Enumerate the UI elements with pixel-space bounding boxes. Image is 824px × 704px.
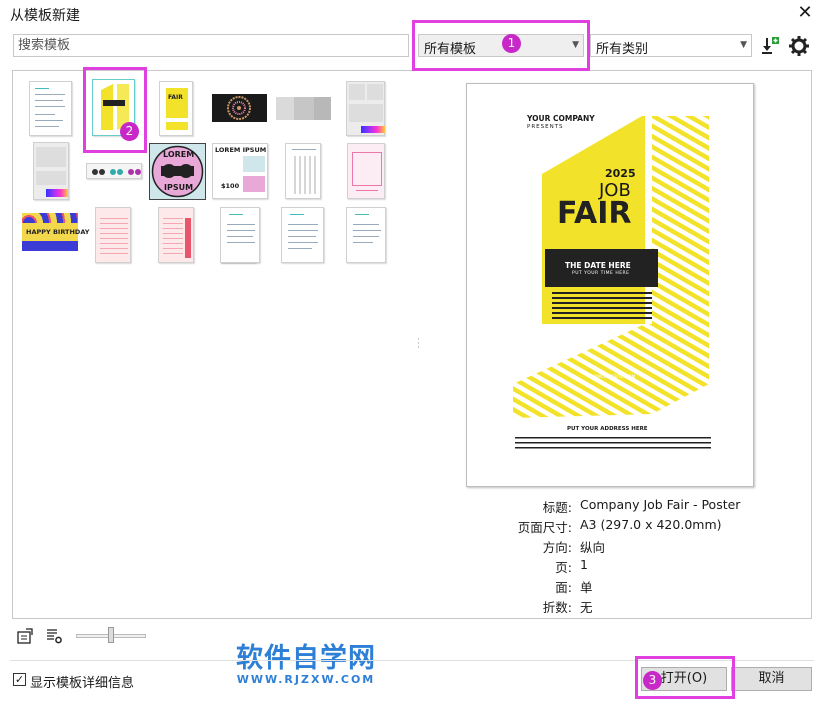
footer-divider <box>10 660 814 661</box>
template-thumbnail-pink-schedule-1[interactable] <box>95 207 131 263</box>
preview-time: PUT YOUR TIME HERE <box>572 271 630 276</box>
thumbnail-lorem-ipsum-text: LOREM IPSUM <box>215 146 266 154</box>
cancel-button[interactable]: 取消 <box>731 667 812 691</box>
template-thumbnail-pink-card[interactable] <box>347 143 385 199</box>
detail-value: 纵向 <box>580 537 605 556</box>
new-folder-icon[interactable] <box>16 627 34 645</box>
detail-row-page-size: 页面尺寸: A3 (297.0 x 420.0mm) <box>460 517 800 537</box>
detail-row-sides: 面: 单 <box>460 577 800 597</box>
detail-value: Company Job Fair - Poster <box>580 497 740 512</box>
detail-row-orientation: 方向: 纵向 <box>460 537 800 557</box>
template-filter-value: 所有模板 <box>424 42 476 57</box>
title-bar: 从模板新建 ✕ <box>0 0 824 28</box>
preview-website: WWW.WEBSITE.COM <box>589 375 635 380</box>
template-thumbnail-glasses-card[interactable] <box>86 163 142 179</box>
detail-key: 标题: <box>543 497 572 516</box>
template-thumbnail-fair-flyer[interactable]: FAIR <box>159 81 193 136</box>
detail-key: 页: <box>555 557 572 576</box>
preview-address: PUT YOUR ADDRESS HERE <box>567 426 648 432</box>
detail-row-folds: 折数: 无 <box>460 597 800 617</box>
template-thumbnail-happy-birthday[interactable]: HAPPY BIRTHDAY <box>22 213 78 251</box>
detail-value: 1 <box>580 557 588 572</box>
show-details-label: 显示模板详细信息 <box>30 672 134 691</box>
watermark-main-text: 软件自学网 <box>231 636 381 675</box>
preview-year: 2025 <box>605 167 636 180</box>
panel-splitter[interactable]: ··· <box>417 338 421 352</box>
preview-company: YOUR COMPANY <box>527 114 595 123</box>
window-title: 从模板新建 <box>10 5 80 25</box>
template-thumbnail-icon-sheet[interactable] <box>285 143 321 199</box>
template-thumbnail-lorem-ipsum-menu[interactable]: LOREM IPSUM $100 <box>212 143 268 199</box>
thumbnail-lorem-text: LOREM <box>163 150 194 159</box>
template-thumbnail-brand-sheet-2[interactable] <box>33 142 69 200</box>
template-thumbnail-letter-2[interactable] <box>281 207 324 263</box>
template-thumbnail-letter-3[interactable] <box>346 207 386 263</box>
detail-key: 折数: <box>543 597 572 616</box>
preview-presents: PRESENTS <box>527 124 564 130</box>
step-badge-2: 2 <box>120 122 139 141</box>
detail-value: 单 <box>580 577 593 596</box>
show-details-checkbox[interactable]: ✓ <box>13 673 26 686</box>
detail-value: A3 (297.0 x 420.0mm) <box>580 517 722 532</box>
template-thumbnail-brand-sheet[interactable] <box>346 81 385 136</box>
watermark-sub-text: WWW.RJZXW.COM <box>231 673 381 686</box>
step-badge-3: 3 <box>643 671 662 690</box>
gear-icon[interactable] <box>788 35 810 57</box>
preview-fair: FAIR <box>557 196 632 231</box>
template-thumbnail-lorem-ipsum-circle[interactable]: LOREM IPSUM <box>149 143 206 200</box>
thumbnail-ipsum-text: IPSUM <box>164 183 193 192</box>
detail-key: 方向: <box>543 537 572 556</box>
template-thumbnail-letter-1[interactable] <box>220 207 260 263</box>
glasses-graphic <box>87 164 143 180</box>
detail-row-title: 标题: Company Job Fair - Poster <box>460 497 800 517</box>
step-badge-1: 1 <box>502 34 521 53</box>
template-thumbnail-gray-banner[interactable] <box>276 97 331 120</box>
list-settings-icon[interactable] <box>45 627 63 645</box>
template-preview: YOUR COMPANY PRESENTS 2025 JOB FAIR THE … <box>466 83 754 487</box>
preview-date: THE DATE HERE <box>565 261 631 270</box>
download-icon[interactable] <box>758 35 780 57</box>
close-icon[interactable]: ✕ <box>794 2 816 24</box>
template-filter-dropdown[interactable]: 所有模板 ▼ <box>418 34 584 57</box>
watermark: 软件自学网 WWW.RJZXW.COM <box>231 636 381 686</box>
thumbnail-birthday-text: HAPPY BIRTHDAY <box>26 228 89 236</box>
thumbnail-fair-text: FAIR <box>168 94 183 101</box>
category-filter-value: 所有类别 <box>596 42 648 57</box>
detail-key: 面: <box>555 577 572 596</box>
detail-key: 页面尺寸: <box>518 517 572 536</box>
category-filter-dropdown[interactable]: 所有类别 ▼ <box>590 34 752 57</box>
detail-value: 无 <box>580 597 593 616</box>
template-thumbnail-mandala-banner[interactable] <box>212 94 267 122</box>
detail-row-pages: 页: 1 <box>460 557 800 577</box>
search-input[interactable] <box>13 34 409 57</box>
mandala-graphic <box>212 94 267 122</box>
slider-handle[interactable] <box>108 627 114 643</box>
chevron-down-icon: ▼ <box>740 40 747 50</box>
template-thumbnail-pink-schedule-2[interactable] <box>158 207 194 263</box>
chevron-down-icon: ▼ <box>572 40 579 50</box>
template-thumbnail-report[interactable] <box>29 81 72 136</box>
thumbnail-price-text: $100 <box>221 182 239 190</box>
